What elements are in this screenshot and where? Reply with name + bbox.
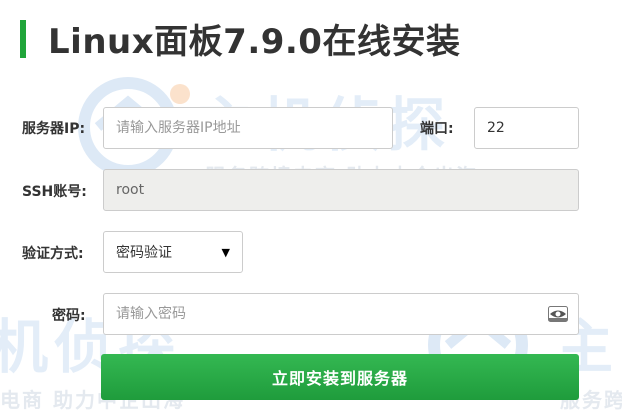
page-title: Linux面板7.9.0在线安装 xyxy=(48,22,461,62)
ssh-account-label: SSH账号: xyxy=(22,184,87,200)
auth-method-label: 验证方式: xyxy=(22,246,84,262)
port-label: 端口: xyxy=(420,121,454,137)
chevron-down-icon: ▼ xyxy=(221,245,230,259)
ssh-account-input[interactable] xyxy=(103,169,579,211)
password-label: 密码: xyxy=(52,308,86,324)
password-input[interactable] xyxy=(103,293,579,335)
install-to-server-button[interactable]: 立即安装到服务器 xyxy=(101,354,579,400)
eye-icon[interactable] xyxy=(548,306,568,322)
title-accent-bar xyxy=(20,20,26,58)
server-ip-label: 服务器IP: xyxy=(22,121,86,137)
auth-method-select[interactable]: 密码验证 ▼ xyxy=(103,231,243,273)
port-input[interactable] xyxy=(474,107,579,149)
auth-method-selected-value: 密码验证 xyxy=(116,245,172,261)
server-ip-input[interactable] xyxy=(103,107,393,149)
